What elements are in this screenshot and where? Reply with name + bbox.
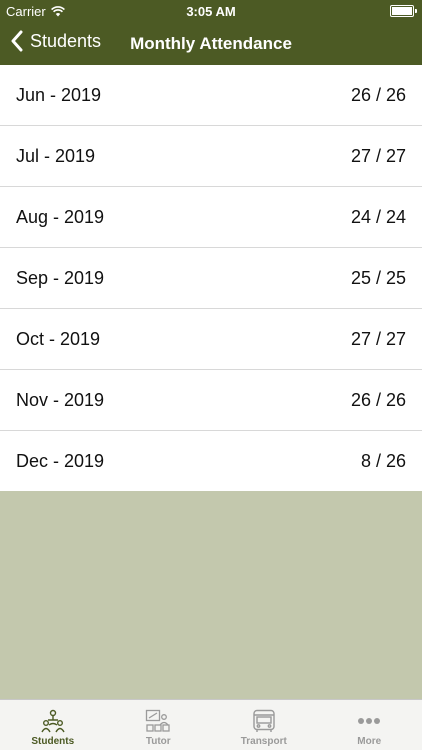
attendance-row-jul[interactable]: Jul - 2019 27 / 27 bbox=[0, 126, 422, 187]
attendance-row-oct[interactable]: Oct - 2019 27 / 27 bbox=[0, 309, 422, 370]
tab-students[interactable]: Students bbox=[0, 700, 106, 750]
month-label: Sep - 2019 bbox=[16, 267, 105, 288]
attendance-row-nov[interactable]: Nov - 2019 26 / 26 bbox=[0, 370, 422, 431]
month-label: Nov - 2019 bbox=[16, 389, 105, 410]
status-time: 3:05 AM bbox=[186, 4, 236, 19]
page-title: Monthly Attendance bbox=[130, 34, 292, 53]
attendance-value: 27 / 27 bbox=[350, 328, 406, 349]
tab-label: Tutor bbox=[145, 736, 171, 747]
attendance-value: 25 / 25 bbox=[350, 267, 406, 288]
attendance-row-sep[interactable]: Sep - 2019 25 / 25 bbox=[0, 248, 422, 309]
status-bar: Carrier 3:05 AM bbox=[0, 0, 422, 22]
tutor-icon bbox=[146, 709, 170, 732]
students-icon bbox=[41, 709, 65, 733]
attendance-row-aug[interactable]: Aug - 2019 24 / 24 bbox=[0, 187, 422, 248]
attendance-value: 8 / 26 bbox=[360, 450, 406, 471]
attendance-list: Jun - 2019 26 / 26 Jul - 2019 27 / 27 Au… bbox=[0, 65, 422, 491]
attendance-value: 24 / 24 bbox=[350, 206, 406, 227]
attendance-value: 26 / 26 bbox=[350, 389, 406, 410]
month-label: Jul - 2019 bbox=[16, 145, 96, 166]
tab-bar: Students Tutor Transport More bbox=[0, 699, 422, 750]
tab-tutor[interactable]: Tutor bbox=[106, 700, 212, 750]
nav-bar: Students Monthly Attendance bbox=[0, 22, 422, 65]
attendance-value: 26 / 26 bbox=[350, 84, 406, 105]
month-label: Oct - 2019 bbox=[16, 328, 101, 349]
more-icon bbox=[358, 718, 381, 724]
tab-more[interactable]: More bbox=[317, 700, 422, 750]
bus-icon bbox=[253, 709, 275, 732]
month-label: Aug - 2019 bbox=[16, 206, 105, 227]
attendance-row-dec[interactable]: Dec - 2019 8 / 26 bbox=[0, 431, 422, 491]
tab-label: More bbox=[357, 736, 382, 747]
tab-label: Students bbox=[31, 736, 75, 747]
tab-label: Transport bbox=[240, 736, 287, 747]
month-label: Dec - 2019 bbox=[16, 450, 105, 471]
attendance-row-jun[interactable]: Jun - 2019 26 / 26 bbox=[0, 65, 422, 126]
battery-icon bbox=[390, 5, 417, 17]
navigation-header: Carrier 3:05 AM Students Monthly Attenda… bbox=[0, 0, 422, 65]
attendance-value: 27 / 27 bbox=[350, 145, 406, 166]
tab-transport[interactable]: Transport bbox=[211, 700, 317, 750]
month-label: Jun - 2019 bbox=[16, 84, 102, 105]
